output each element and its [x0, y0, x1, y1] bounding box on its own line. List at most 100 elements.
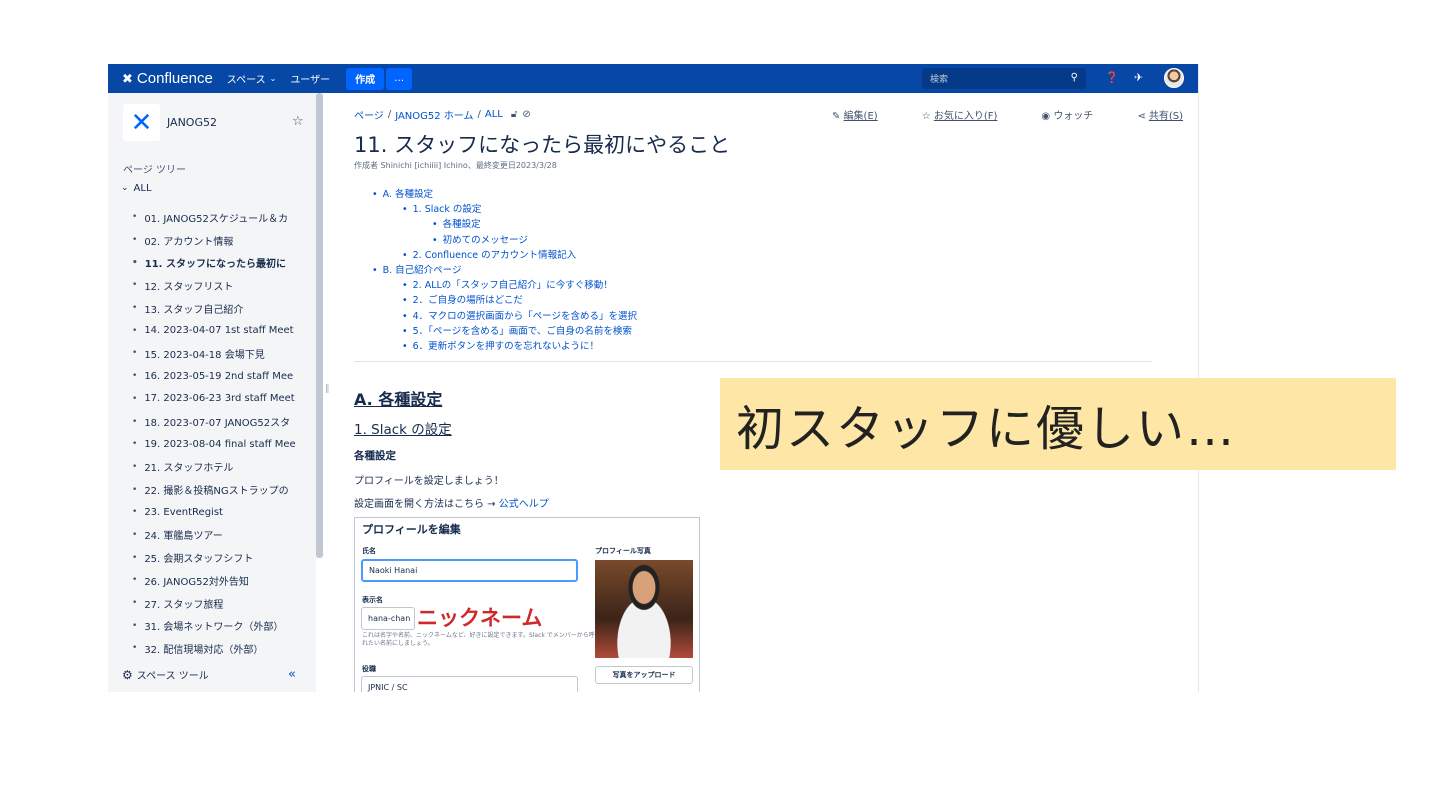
toc-item[interactable]: • 1. Slack の設定	[354, 202, 637, 217]
sidebar-tree-item[interactable]: • 32. 配信現場対応（外部）	[132, 637, 302, 660]
share-button[interactable]: ⋖ 共有(S)	[1137, 107, 1198, 122]
bullet-icon: •	[372, 189, 378, 200]
sidebar-tree-item-label: 21. スタッフホテル	[144, 463, 234, 475]
tree-root-all[interactable]: ⌄ ALL	[121, 183, 152, 194]
sidebar-tree-item[interactable]: • 01. JANOG52スケジュール＆カ	[132, 206, 302, 229]
more-create-button[interactable]: …	[386, 67, 413, 90]
breadcrumb-pages[interactable]: ページ	[354, 107, 384, 122]
search-icon: ⚲	[1070, 72, 1078, 83]
toc-item[interactable]: • 2. ALLの「スタッフ自己紹介」に今すぐ移動！	[354, 278, 637, 293]
bullet-icon: •	[132, 575, 138, 586]
table-of-contents: • A. 各種設定 • 1. Slack の設定 • 各種設定 • 初めてのメッセージ • 2. …	[354, 187, 637, 354]
sidebar-tree-item[interactable]: • 18. 2023-07-07 JANOG52スタ	[132, 410, 302, 433]
toc-item[interactable]: • B. 自己紹介ページ	[354, 263, 637, 278]
bullet-icon: •	[402, 341, 408, 353]
avatar[interactable]	[1164, 68, 1184, 88]
official-help-link[interactable]: 公式ヘルプ	[499, 499, 549, 510]
space-tools-label: スペース ツール	[136, 671, 209, 682]
edit-button[interactable]: ✎ 編集(E)	[832, 107, 900, 122]
spaces-menu[interactable]: スペース ⌄	[227, 71, 277, 86]
sidebar-tree-item[interactable]: • 16. 2023-05-19 2nd staff Mee	[132, 365, 302, 388]
sidebar-tree-item[interactable]: • 11. スタッフになったら最初に	[132, 251, 302, 274]
sidebar-tree-item-label: 13. スタッフ自己紹介	[144, 304, 244, 316]
toc-item[interactable]: • A. 各種設定	[354, 187, 637, 202]
breadcrumb-all[interactable]: ALL	[485, 109, 503, 120]
tree-root-label: ALL	[133, 183, 152, 194]
sidebar-tree-item[interactable]: • 15. 2023-04-18 会場下見	[132, 342, 302, 365]
toc-item[interactable]: • 初めてのメッセージ	[354, 233, 637, 248]
role-label: 役職	[362, 665, 376, 673]
toc-item-label: 6．更新ボタンを押すのを忘れないように！	[412, 341, 599, 353]
space-logo-icon[interactable]: ✕	[123, 104, 160, 141]
sidebar-tree-item-label: 11. スタッフになったら最初に	[144, 259, 286, 271]
create-button[interactable]: 作成	[346, 67, 385, 90]
sidebar-tree-item[interactable]: • 17. 2023-06-23 3rd staff Meet	[132, 388, 302, 411]
breadcrumb-home[interactable]: JANOG52 ホーム	[395, 107, 473, 122]
sidebar-scrollbar[interactable]	[316, 93, 323, 558]
sidebar-tree-item[interactable]: • 14. 2023-04-07 1st staff Meet	[132, 319, 302, 342]
toc-item-label: B. 自己紹介ページ	[382, 265, 462, 277]
toc-item[interactable]: • 6．更新ボタンを押すのを忘れないように！	[354, 339, 637, 354]
name-label: 氏名	[362, 547, 376, 555]
paragraph-help: 設定画面を開く方法はこちら → 公式ヘルプ	[354, 495, 549, 510]
help-icon[interactable]: ❓	[1105, 71, 1119, 84]
star-icon[interactable]: ☆	[292, 114, 304, 129]
sidebar-tree-item-label: 12. スタッフリスト	[144, 281, 234, 293]
space-name[interactable]: JANOG52	[167, 116, 217, 129]
bullet-icon: •	[132, 393, 138, 404]
sidebar-tree-item[interactable]: • 22. 撮影＆投稿NGストラップの	[132, 478, 302, 501]
sidebar-tree-item-label: 17. 2023-06-23 3rd staff Meet	[144, 393, 295, 405]
sidebar-tree-item[interactable]: • 02. アカウント情報	[132, 229, 302, 252]
share-label: 共有(S)	[1148, 111, 1184, 122]
sidebar-tree-item-label: 32. 配信現場対応（外部）	[144, 644, 264, 656]
sidebar-tree-item[interactable]: • 19. 2023-08-04 final staff Mee	[132, 433, 302, 456]
bullet-icon: •	[132, 598, 138, 609]
toc-item-label: 各種設定	[442, 219, 481, 231]
bullet-icon: •	[132, 507, 138, 518]
profile-photo	[595, 560, 693, 658]
sidebar-tree-item[interactable]: • 21. スタッフホテル	[132, 456, 302, 479]
page-tree-heading: ページ ツリー	[123, 165, 186, 176]
heading-slack-settings: 1. Slack の設定	[354, 422, 452, 438]
sidebar-tree-item[interactable]: • 13. スタッフ自己紹介	[132, 297, 302, 320]
sidebar-tree-item[interactable]: • 23. EventRegist	[132, 501, 302, 524]
attachment-icon[interactable]: ⊘	[522, 109, 530, 120]
favorite-button[interactable]: ☆ お気に入り(F)	[922, 107, 1020, 122]
sidebar-tree-item[interactable]: • 31. 会場ネットワーク（外部）	[132, 614, 302, 637]
bullet-icon: •	[132, 212, 138, 223]
sidebar-tree-item[interactable]: • 12. スタッフリスト	[132, 274, 302, 297]
bullet-icon: •	[132, 348, 138, 359]
sidebar-tree-item[interactable]: • 26. JANOG52対外告知	[132, 569, 302, 592]
space-tools-button[interactable]: ⚙ スペース ツール	[122, 667, 209, 683]
confluence-logo[interactable]: ✖ Confluence	[122, 70, 213, 87]
display-name-label: 表示名	[362, 596, 383, 604]
toc-item[interactable]: • 各種設定	[354, 217, 637, 232]
unlock-icon[interactable]: 🔓︎	[511, 109, 517, 120]
watch-button[interactable]: ◉ ウォッチ	[1041, 107, 1115, 122]
sidebar-tree-item-label: 16. 2023-05-19 2nd staff Mee	[144, 370, 294, 382]
display-name-help: これは名字や名前、ニックネームなど、好きに設定できます。Slack でメンバーか…	[362, 632, 601, 647]
role-field: JPNIC / SC	[361, 676, 578, 692]
bullet-icon: •	[402, 310, 408, 322]
bullet-icon: •	[132, 416, 138, 427]
users-menu[interactable]: ユーザー	[290, 71, 330, 86]
overlay-caption: 初スタッフに優しい…	[720, 378, 1396, 470]
sidebar-tree-item-label: 24. 軍艦島ツアー	[144, 531, 223, 543]
heading-a-settings: A. 各種設定	[354, 390, 443, 409]
collapse-sidebar-button[interactable]: «	[288, 667, 296, 682]
toc-item[interactable]: • 2. Confluence のアカウント情報記入	[354, 248, 637, 263]
sidebar-resize-handle[interactable]: ‖	[325, 384, 330, 394]
bullet-icon: •	[132, 371, 138, 382]
sidebar-tree-item[interactable]: • 25. 会期スタッフシフト	[132, 546, 302, 569]
notification-icon[interactable]: ✈	[1134, 71, 1143, 84]
paragraph-profile: プロフィールを設定しましょう！	[354, 476, 504, 487]
search-input[interactable]: 検索 ⚲	[922, 68, 1086, 89]
toc-item[interactable]: • 4．マクロの選択画面から「ページを含める」を選択	[354, 309, 637, 324]
toc-item[interactable]: • 5．「ページを含める」画面で、ご自身の名前を検索	[354, 324, 637, 339]
sidebar-tree-item[interactable]: • 27. スタッフ旅程	[132, 592, 302, 615]
help-text: 設定画面を開く方法はこちら →	[354, 499, 499, 510]
toc-item[interactable]: • 2．ご自身の場所はどこだ	[354, 293, 637, 308]
favorite-label: お気に入り(F)	[933, 111, 998, 122]
sidebar-tree-item[interactable]: • 24. 軍艦島ツアー	[132, 524, 302, 547]
sidebar-tree-item-label: 22. 撮影＆投稿NGストラップの	[144, 486, 289, 498]
